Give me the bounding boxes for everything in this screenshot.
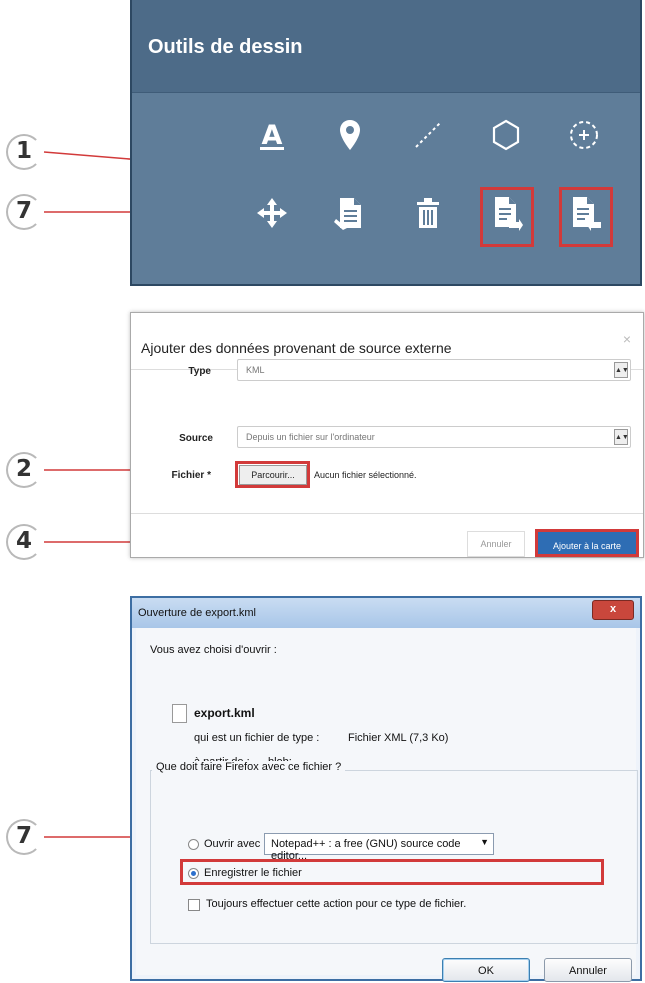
export-highlight [480,187,534,247]
delete-icon[interactable] [408,193,448,233]
action-question: Que doit faire Firefox avec ce fichier ? [152,761,346,773]
ok-button[interactable]: OK [442,958,530,982]
open-with-label: Ouvrir avec [204,838,261,850]
text-icon[interactable]: A [252,115,292,155]
close-icon[interactable]: × [623,331,631,347]
intro-text: Vous avez choisi d'ouvrir : [150,644,277,656]
window-body: Vous avez choisi d'ouvrir : export.kml q… [136,628,638,982]
import-highlight [559,187,613,247]
dialog-title: Ajouter des données provenant de source … [141,340,452,356]
filename: export.kml [194,706,255,720]
open-with-select[interactable]: Notepad++ : a free (GNU) source code edi… [264,833,494,862]
type-select-value: KML [246,365,265,375]
no-file-text: Aucun fichier sélectionné. [314,470,417,480]
browse-highlight [235,461,310,488]
file-type-value: Fichier XML (7,3 Ko) [348,732,449,744]
file-type-prefix: qui est un fichier de type : [194,732,320,744]
add-to-map-button[interactable]: Ajouter à la carte [535,529,639,557]
cancel-button[interactable]: Annuler [467,531,525,557]
drawing-tools-panel: Outils de dessin A [130,0,642,286]
edit-icon[interactable] [330,193,370,233]
callout-4: 4 [6,524,56,560]
source-select-value: Depuis un fichier sur l'ordinateur [246,432,375,442]
always-label: Toujours effectuer cette action pour ce … [206,898,467,910]
save-highlight [180,859,604,885]
cancel-button[interactable]: Annuler [544,958,632,982]
chevron-down-icon: ▼ [480,837,489,847]
divider [131,513,643,514]
open-with-radio[interactable] [188,839,199,850]
line-icon[interactable] [408,115,448,155]
polygon-icon[interactable] [486,115,526,155]
chevron-down-icon: ▲▼ [614,429,629,445]
svg-text:A: A [262,120,283,151]
drawing-tools-header: Outils de dessin [132,0,640,93]
file-icon [172,704,187,723]
callout-1: 1 [6,134,56,170]
callout-2: 2 [6,452,56,488]
window-titlebar: Ouverture de export.kml x [132,598,640,628]
always-checkbox[interactable] [188,899,200,911]
drawing-tools-title: Outils de dessin [148,36,303,58]
file-label: Fichier * [171,470,211,481]
callout-7-bottom: 7 [6,819,56,855]
callout-7-top: 7 [6,194,56,230]
source-label: Source [179,433,213,444]
window-title: Ouverture de export.kml [138,607,256,619]
source-select[interactable]: Depuis un fichier sur l'ordinateur ▲▼ [237,426,631,448]
type-select[interactable]: KML ▲▼ [237,359,631,381]
close-icon[interactable]: x [592,600,634,620]
open-file-dialog: Ouverture de export.kml x Vous avez choi… [130,596,642,982]
marker-icon[interactable] [330,115,370,155]
type-label: Type [188,366,211,377]
external-data-dialog: Ajouter des données provenant de source … [130,312,644,558]
circle-icon[interactable] [564,115,604,155]
move-icon[interactable] [252,193,292,233]
chevron-down-icon: ▲▼ [614,362,629,378]
